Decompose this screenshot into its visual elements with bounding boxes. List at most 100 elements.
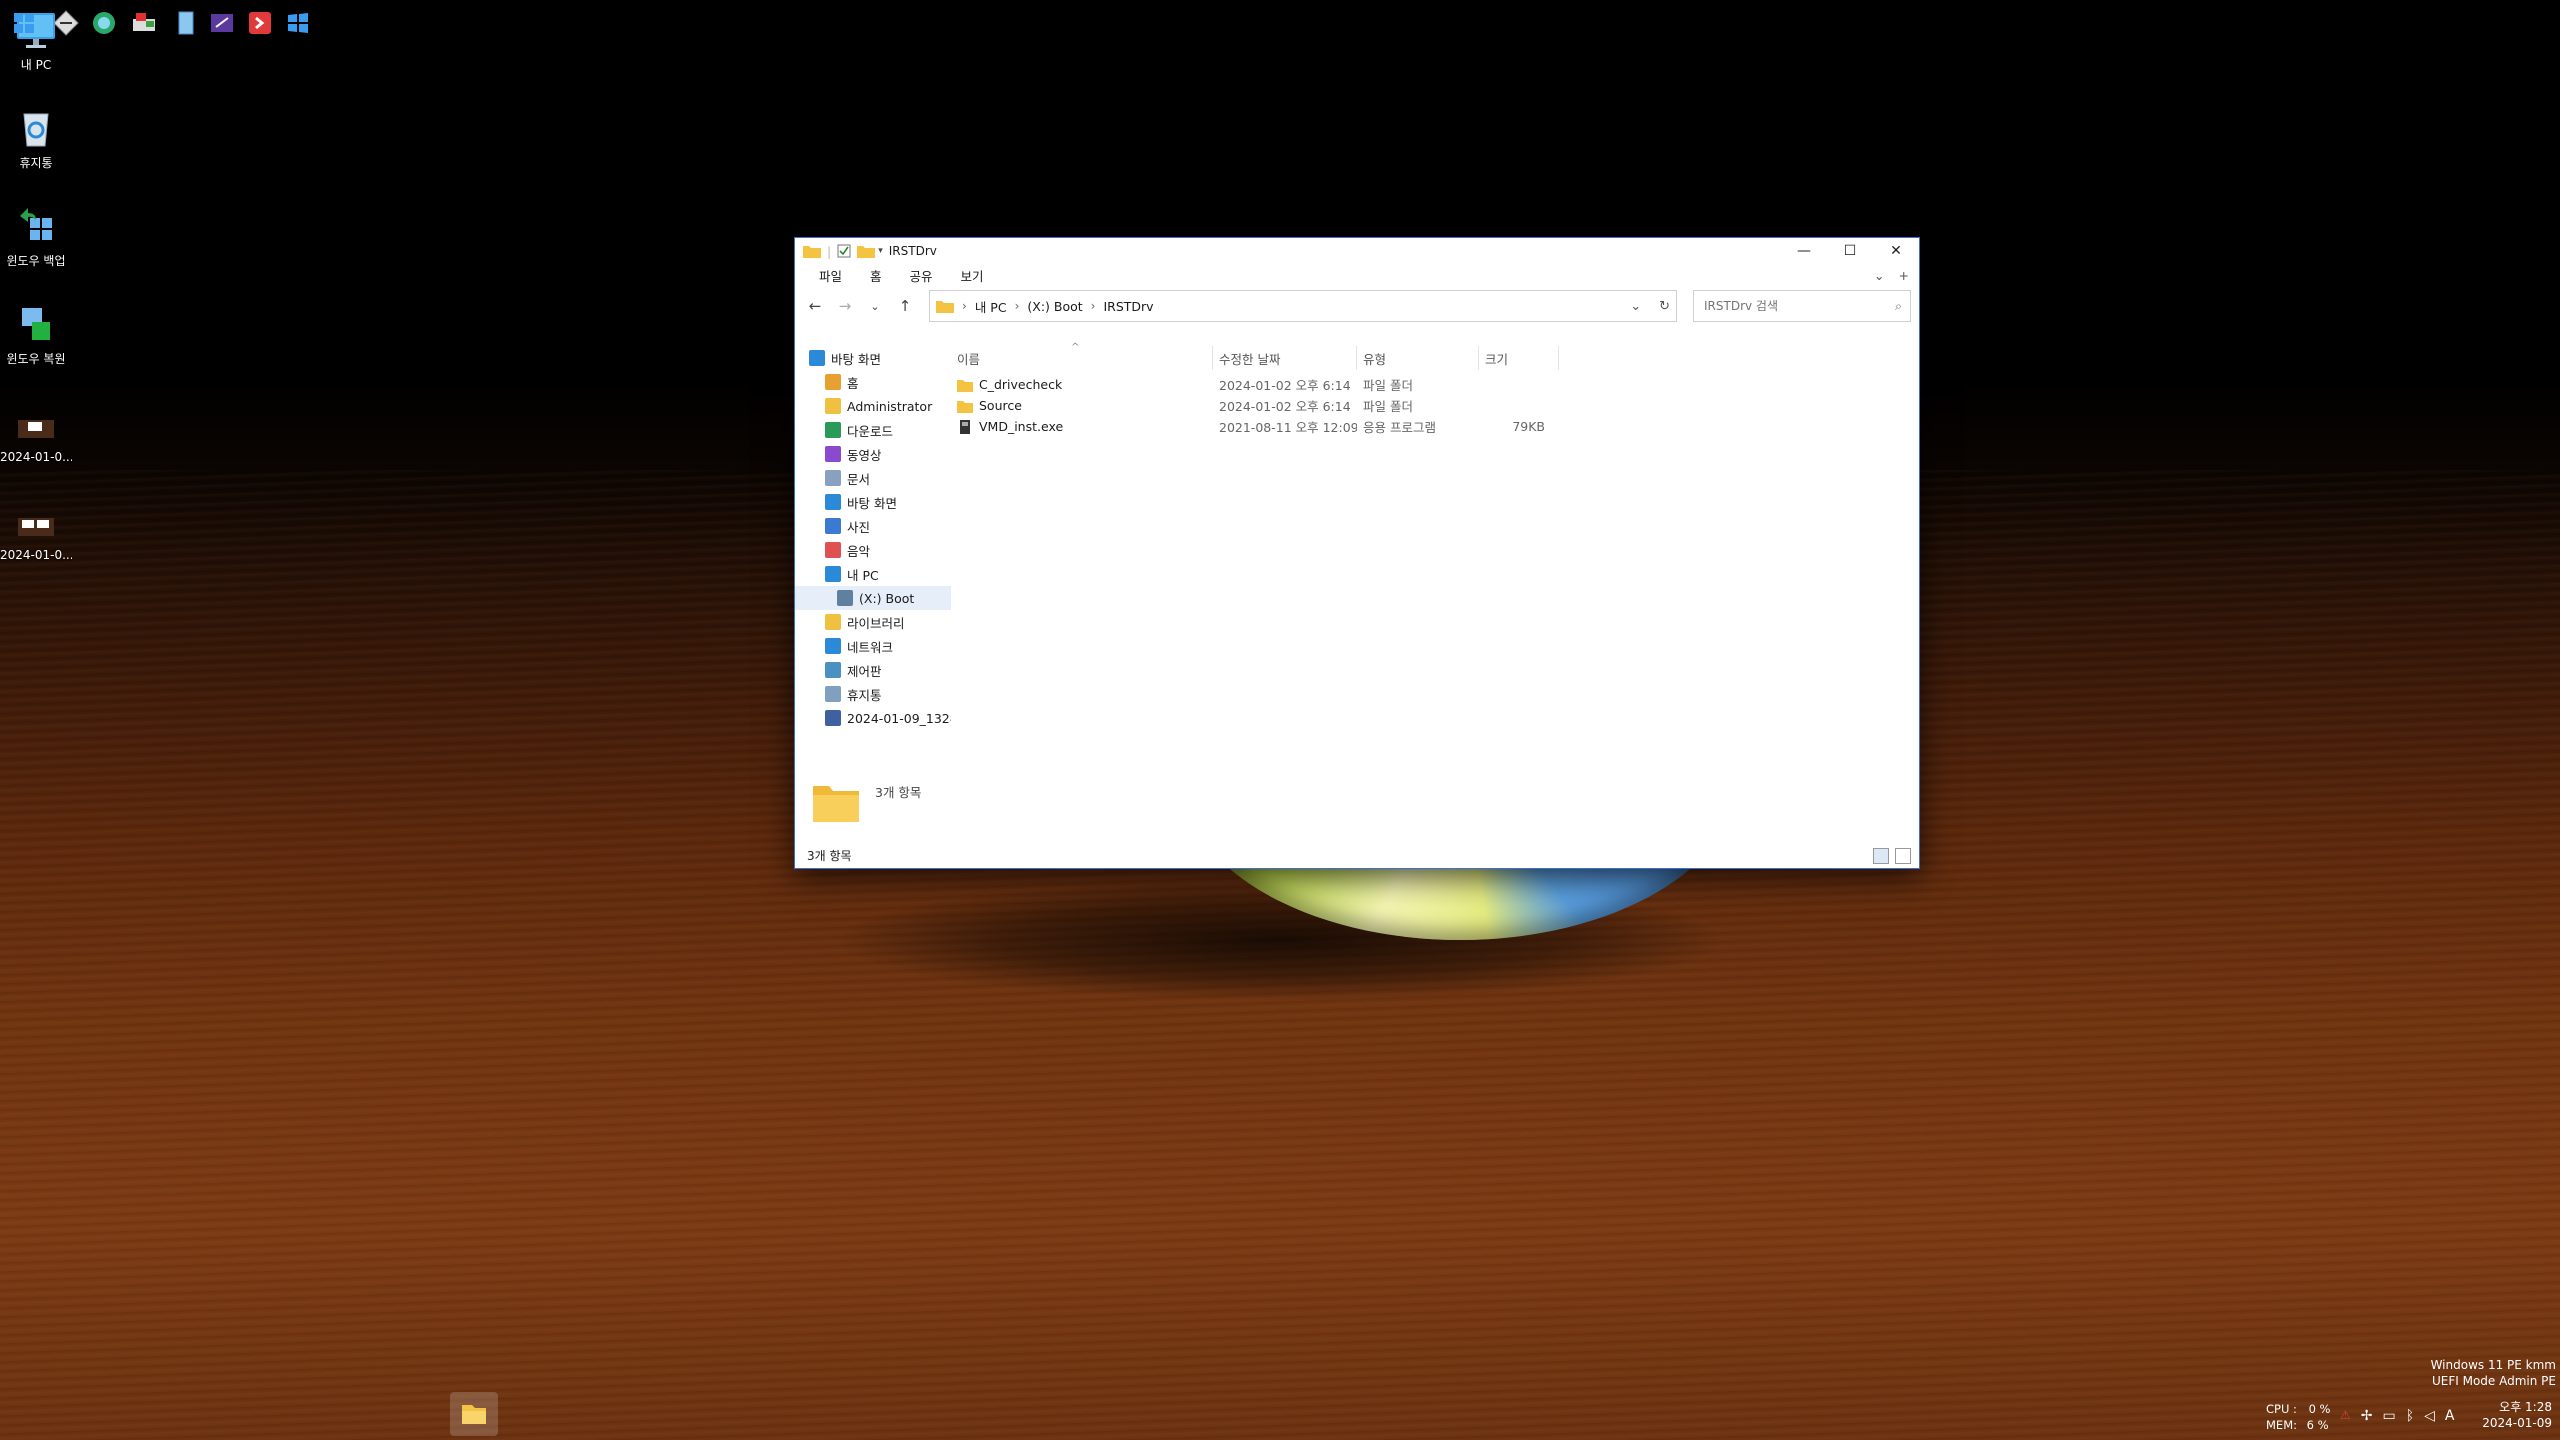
nav-item-label: 다운로드: [847, 423, 894, 439]
menu-share[interactable]: 공유: [896, 266, 947, 285]
column-date-modified[interactable]: 수정한 날짜: [1213, 346, 1357, 370]
search-box[interactable]: ⌕: [1693, 290, 1911, 322]
file-explorer-taskbar-button[interactable]: [450, 1392, 498, 1436]
refresh-icon[interactable]: ↻: [1659, 299, 1670, 314]
warning-icon[interactable]: ⚠: [2340, 1408, 2351, 1424]
recent-locations-button[interactable]: ⌄: [863, 294, 887, 318]
nav-item-downloads[interactable]: 다운로드: [795, 418, 951, 442]
sort-ascending-icon: ^: [1071, 342, 1080, 353]
desktop-icon-windows-backup[interactable]: 윈도우 백업: [0, 204, 72, 269]
file-name-text: C_drivecheck: [979, 376, 1063, 392]
file-row[interactable]: C_drivecheck 2024-01-02 오후 6:14 파일 폴더: [951, 374, 1919, 395]
nav-item-label: 홈: [847, 375, 859, 391]
menu-file[interactable]: 파일: [805, 266, 856, 285]
remote-tool-icon[interactable]: [246, 9, 274, 37]
clock[interactable]: 오후 1:28 2024-01-09: [2482, 1399, 2552, 1431]
nav-item-home[interactable]: 홈: [795, 370, 951, 394]
large-icons-view-icon[interactable]: [1895, 848, 1911, 864]
address-dropdown-icon[interactable]: ⌄: [1630, 299, 1641, 314]
file-type-text: 파일 폴더: [1363, 399, 1413, 414]
nav-item-desktop-2[interactable]: 바탕 화면: [795, 490, 951, 514]
desktop-icon-windows-restore[interactable]: 윈도우 복원: [0, 302, 72, 367]
nav-item-boot-drive[interactable]: (X:) Boot: [795, 586, 951, 610]
help-icon[interactable]: +: [1899, 268, 1909, 283]
nav-item-documents[interactable]: 문서: [795, 466, 951, 490]
desktop-icon-label: 2024-01-0...: [0, 548, 72, 562]
up-button[interactable]: ↑: [893, 294, 917, 318]
volume-icon[interactable]: ◁: [2424, 1408, 2435, 1424]
file-row[interactable]: VMD_inst.exe 2021-08-11 오후 12:09 응용 프로그램 79…: [951, 416, 1919, 437]
back-button[interactable]: ←: [803, 294, 827, 318]
media-tool-icon[interactable]: [208, 9, 236, 37]
quick-access-dropdown-icon[interactable]: ▾: [878, 246, 883, 256]
file-size-text: 79KB: [1512, 419, 1545, 434]
column-name[interactable]: 이름: [951, 346, 1213, 370]
start-icon[interactable]: [10, 9, 38, 37]
display-tray-icon[interactable]: ▭: [2383, 1408, 2396, 1424]
nav-item-music[interactable]: 음악: [795, 538, 951, 562]
forward-button[interactable]: →: [833, 294, 857, 318]
properties-icon[interactable]: [837, 244, 851, 258]
title-bar[interactable]: | ▾ IRSTDrv — ☐ ✕: [795, 238, 1919, 264]
breadcrumb-irstdrv[interactable]: IRSTDrv: [1103, 299, 1153, 314]
nav-item-recycle-bin[interactable]: 휴지통: [795, 682, 951, 706]
menu-home[interactable]: 홈: [856, 266, 896, 285]
screenshot-file-icon: [825, 710, 841, 726]
folder-icon: [803, 246, 821, 258]
column-header: ^ 이름 수정한 날짜 유형 크기: [951, 342, 1919, 370]
minimize-button[interactable]: —: [1781, 238, 1827, 264]
nav-item-screenshot-file[interactable]: 2024-01-09_1328(: [795, 706, 951, 730]
nav-item-label: 네트워크: [847, 639, 894, 655]
document-tool-icon[interactable]: [172, 9, 200, 37]
bluetooth-icon[interactable]: ᛒ: [2406, 1408, 2414, 1424]
column-size[interactable]: 크기: [1479, 346, 1559, 370]
nav-item-my-pc[interactable]: 내 PC: [795, 562, 951, 586]
desktop-icon: [809, 350, 825, 366]
nav-item-pictures[interactable]: 사진: [795, 514, 951, 538]
disk-tool-icon[interactable]: [52, 9, 80, 37]
desktop-icon-screenshot-2[interactable]: 2024-01-0...: [0, 508, 72, 562]
nav-item-desktop[interactable]: 바탕 화면: [795, 346, 951, 370]
breadcrumb-separator[interactable]: ›: [962, 299, 967, 313]
browser-icon[interactable]: [90, 9, 118, 37]
breadcrumb-boot-drive[interactable]: (X:) Boot: [1027, 299, 1082, 314]
status-bar-count: 3개 항목: [807, 849, 852, 863]
ribbon-menu: 파일 홈 공유 보기 ⌄ +: [795, 264, 1919, 286]
file-date-text: 2024-01-02 오후 6:14: [1219, 399, 1351, 414]
boot-drive-icon: [837, 590, 853, 606]
nav-item-label: 2024-01-09_1328(: [847, 710, 951, 726]
new-folder-icon[interactable]: [857, 244, 876, 258]
menu-view[interactable]: 보기: [947, 266, 998, 285]
breadcrumb-my-pc[interactable]: 내 PC: [975, 297, 1007, 316]
breadcrumb-separator[interactable]: ›: [1015, 299, 1020, 313]
nav-item-videos[interactable]: 동영상: [795, 442, 951, 466]
maximize-button[interactable]: ☐: [1827, 238, 1873, 264]
ime-indicator[interactable]: A: [2445, 1408, 2455, 1424]
windows-tool-icon[interactable]: [284, 9, 312, 37]
file-row[interactable]: Source 2024-01-02 오후 6:14 파일 폴더: [951, 395, 1919, 416]
search-icon[interactable]: ⌕: [1895, 298, 1902, 314]
ribbon-expand-icon[interactable]: ⌄: [1874, 268, 1884, 283]
desktop-icon-recycle-bin[interactable]: 휴지통: [0, 106, 72, 171]
screenshot-file-icon: [14, 508, 58, 544]
administrator-icon: [825, 398, 841, 414]
nav-item-libraries[interactable]: 라이브러리: [795, 610, 951, 634]
details-item-count: 3개 항목: [875, 785, 922, 800]
nav-item-administrator[interactable]: Administrator: [795, 394, 951, 418]
nav-item-network[interactable]: 네트워크: [795, 634, 951, 658]
address-bar[interactable]: › 내 PC › (X:) Boot › IRSTDrv ⌄ ↻: [929, 290, 1677, 322]
nav-item-label: Administrator: [847, 398, 933, 414]
executable-icon: [957, 420, 973, 435]
network-tray-icon[interactable]: ✢: [2361, 1408, 2373, 1424]
column-type[interactable]: 유형: [1357, 346, 1479, 370]
nav-item-label: 문서: [847, 471, 871, 487]
search-input[interactable]: [1702, 298, 1895, 314]
network-tool-icon[interactable]: [130, 9, 158, 37]
details-view-icon[interactable]: [1873, 848, 1889, 864]
nav-item-control-panel[interactable]: 제어판: [795, 658, 951, 682]
file-date-text: 2024-01-02 오후 6:14: [1219, 378, 1351, 393]
desktop-icon-screenshot-1[interactable]: 2024-01-0...: [0, 410, 72, 464]
breadcrumb-separator[interactable]: ›: [1091, 299, 1096, 313]
watermark-line-2: UEFI Mode Admin PE: [2431, 1374, 2556, 1388]
close-button[interactable]: ✕: [1873, 238, 1919, 264]
